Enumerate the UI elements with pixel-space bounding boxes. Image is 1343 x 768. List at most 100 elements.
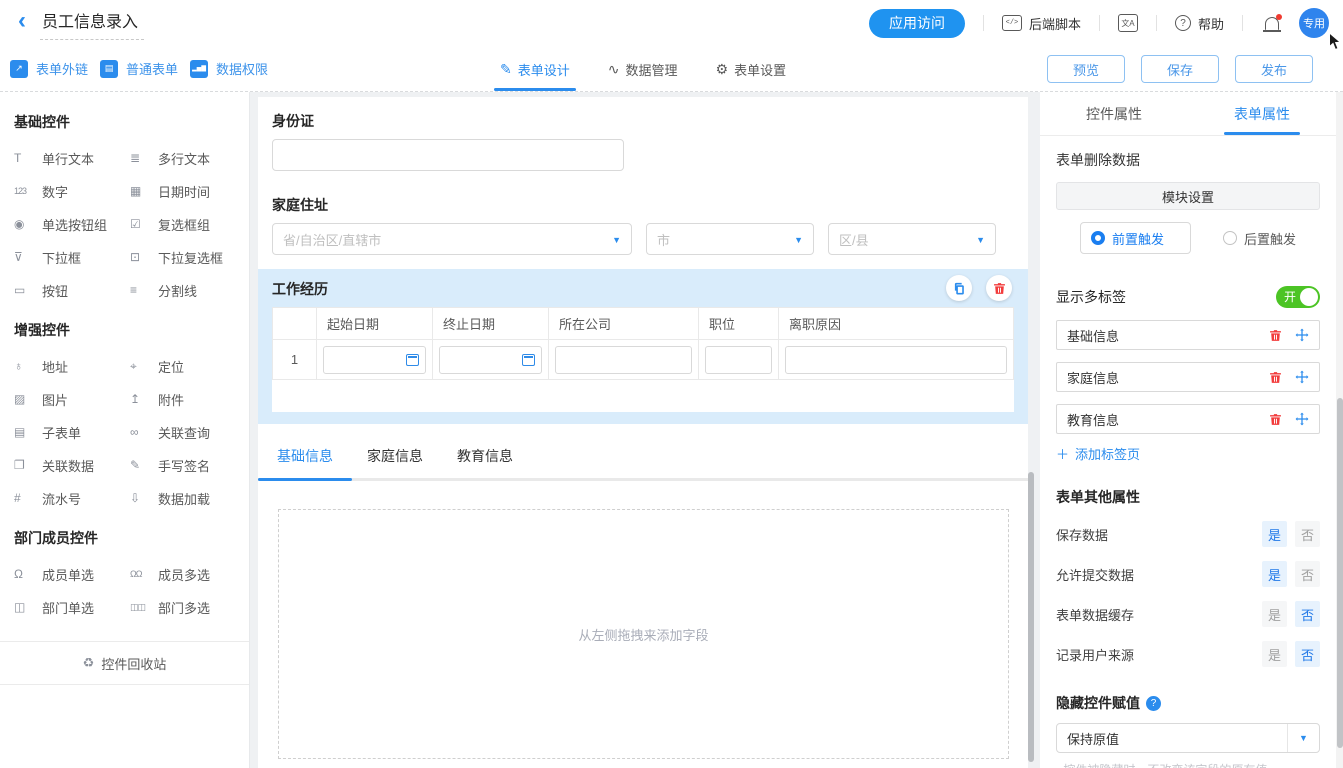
form-tab-education-info[interactable]: 教育信息 [457, 446, 513, 468]
yes-option[interactable]: 是 [1262, 641, 1287, 667]
sidebar-control-serial-number[interactable]: #流水号 [14, 488, 130, 508]
sidebar-control-member-multi[interactable]: ΩΩ成员多选 [130, 564, 249, 584]
hidden-value-select[interactable]: 保持原值 ▼ [1056, 723, 1320, 753]
tab-form-design[interactable]: ✎ 表单设计 [500, 59, 570, 79]
tab-item-row[interactable]: 基础信息 [1056, 320, 1320, 350]
sidebar-control-multi-text[interactable]: ≣多行文本 [130, 148, 249, 168]
province-select[interactable]: 省/自治区/直辖市 ▼ [272, 223, 632, 255]
id-card-input[interactable] [272, 139, 624, 171]
form-external-link-button[interactable]: ↗ 表单外链 [10, 59, 88, 78]
form-tab-family-info[interactable]: 家庭信息 [367, 446, 423, 468]
column-header[interactable]: 职位 [699, 308, 779, 340]
control-label: 成员单选 [42, 565, 94, 584]
sidebar-control-lookup[interactable]: ∞关联查询 [130, 422, 249, 442]
sidebar-control-address[interactable]: ♁地址 [14, 356, 130, 376]
window-scrollbar[interactable] [1336, 92, 1343, 768]
sidebar-control-image[interactable]: ▨图片 [14, 389, 130, 409]
multi-tab-toggle-on[interactable]: 开 [1276, 286, 1320, 308]
sidebar-control-number[interactable]: 123数字 [14, 181, 130, 201]
translate-icon[interactable]: 文A [1118, 14, 1138, 32]
post-trigger-radio[interactable]: 后置触发 [1223, 222, 1296, 254]
yes-option[interactable]: 是 [1262, 521, 1287, 547]
back-icon[interactable]: ‹ [18, 11, 26, 31]
help-tooltip-icon[interactable]: ? [1146, 696, 1161, 711]
delete-tab-button[interactable] [1269, 329, 1282, 342]
column-header[interactable]: 终止日期 [433, 308, 549, 340]
pre-trigger-radio[interactable]: 前置触发 [1080, 222, 1191, 254]
module-settings-button[interactable]: 模块设置 [1056, 182, 1320, 210]
sidebar-control-subform[interactable]: ▤子表单 [14, 422, 130, 442]
work-history-subform-selected[interactable]: 工作经历 起始日期 终止日期 所在公司 职位 离职原因 [258, 269, 1028, 424]
sidebar-control-data-load[interactable]: ⇩数据加载 [130, 488, 249, 508]
no-option[interactable]: 否 [1295, 641, 1320, 667]
control-recycle-bin-button[interactable]: ♻ 控件回收站 [0, 641, 249, 685]
position-input[interactable] [705, 346, 772, 374]
sidebar-control-dept-single[interactable]: ◫部门单选 [14, 597, 130, 617]
sidebar-control-linked-data[interactable]: ❐ 关联数据 [14, 455, 130, 475]
column-header[interactable]: 离职原因 [779, 308, 1014, 340]
form-designer-app: { "header": { "back_icon": "‹", "title":… [0, 0, 1343, 768]
move-tab-handle[interactable] [1295, 370, 1309, 384]
control-label: 关联数据 [42, 456, 94, 475]
delete-tab-button[interactable] [1269, 371, 1282, 384]
tab-item-label: 基础信息 [1067, 326, 1256, 345]
backend-script-button[interactable]: </> 后端脚本 [1002, 14, 1081, 33]
help-button[interactable]: ? 帮助 [1175, 14, 1224, 33]
sidebar-control-signature[interactable]: ✎手写签名 [130, 455, 249, 475]
sidebar-control-datetime[interactable]: ▦日期时间 [130, 181, 249, 201]
form-tab-basic-info[interactable]: 基础信息 [277, 446, 333, 468]
delete-tab-button[interactable] [1269, 413, 1282, 426]
preview-button[interactable]: 预览 [1047, 55, 1125, 83]
column-header[interactable]: 起始日期 [317, 308, 433, 340]
tab-data-management[interactable]: ∿ 数据管理 [608, 59, 678, 79]
no-option[interactable]: 否 [1295, 561, 1320, 587]
sidebar-control-select[interactable]: ⊽下拉框 [14, 247, 130, 267]
member-controls-grid: Ω成员单选 ΩΩ成员多选 ◫部门单选 ◫◫部门多选 [14, 564, 249, 617]
no-option[interactable]: 否 [1295, 601, 1320, 627]
linked-data-icon: ❐ [14, 458, 34, 472]
properties-panel-body: 表单删除数据 模块设置 前置触发 后置触发 显示多标签 开 基础信息 [1040, 136, 1336, 768]
column-header[interactable]: 所在公司 [549, 308, 699, 340]
sidebar-control-divider[interactable]: ≡分割线 [130, 280, 249, 300]
save-button[interactable]: 保存 [1141, 55, 1219, 83]
city-select[interactable]: 市 ▼ [646, 223, 814, 255]
sidebar-control-button[interactable]: ▭按钮 [14, 280, 130, 300]
publish-button[interactable]: 发布 [1235, 55, 1313, 83]
sidebar-control-multi-select[interactable]: ⊡下拉复选框 [130, 247, 249, 267]
gear-icon: ⚙ [716, 61, 729, 78]
company-input[interactable] [555, 346, 692, 374]
control-label: 成员多选 [158, 565, 210, 584]
delete-subform-button[interactable] [986, 275, 1012, 301]
normal-form-button[interactable]: ▤ 普通表单 [100, 59, 178, 78]
yes-option[interactable]: 是 [1262, 561, 1287, 587]
sidebar-control-attachment[interactable]: ↥附件 [130, 389, 249, 409]
sidebar-control-radio-group[interactable]: ◉单选按钮组 [14, 214, 130, 234]
tab-item-row[interactable]: 教育信息 [1056, 404, 1320, 434]
add-tab-link[interactable]: ＋ 添加标签页 [1056, 444, 1320, 463]
drag-drop-zone[interactable]: 从左侧拖拽来添加字段 [278, 509, 1009, 759]
leave-reason-input[interactable] [785, 346, 1007, 374]
data-permission-button[interactable]: ▂▅▇ 数据权限 [190, 59, 268, 78]
yes-option[interactable]: 是 [1262, 601, 1287, 627]
sidebar-control-member-single[interactable]: Ω成员单选 [14, 564, 130, 584]
app-access-button[interactable]: 应用访问 [869, 9, 965, 38]
move-tab-handle[interactable] [1295, 412, 1309, 426]
document-icon: ▤ [100, 60, 118, 78]
sidebar-control-dept-multi[interactable]: ◫◫部门多选 [130, 597, 249, 617]
copy-button[interactable] [946, 275, 972, 301]
scrollbar-thumb[interactable] [1337, 398, 1343, 748]
tab-form-properties[interactable]: 表单属性 [1188, 92, 1336, 135]
canvas-scrollbar[interactable] [1028, 472, 1034, 762]
tab-item-row[interactable]: 家庭信息 [1056, 362, 1320, 392]
page-title[interactable]: 员工信息录入 [40, 6, 144, 40]
no-option[interactable]: 否 [1295, 521, 1320, 547]
notification-bell-icon[interactable] [1265, 17, 1279, 30]
sidebar-control-checkbox-group[interactable]: ☑复选框组 [130, 214, 249, 234]
tab-form-settings[interactable]: ⚙ 表单设置 [716, 59, 787, 79]
district-select[interactable]: 区/县 ▼ [828, 223, 996, 255]
tab-control-properties[interactable]: 控件属性 [1040, 92, 1188, 135]
sidebar-control-single-text[interactable]: T单行文本 [14, 148, 130, 168]
avatar[interactable]: 专用 [1299, 8, 1329, 38]
move-tab-handle[interactable] [1295, 328, 1309, 342]
sidebar-control-location[interactable]: ⌖定位 [130, 356, 249, 376]
